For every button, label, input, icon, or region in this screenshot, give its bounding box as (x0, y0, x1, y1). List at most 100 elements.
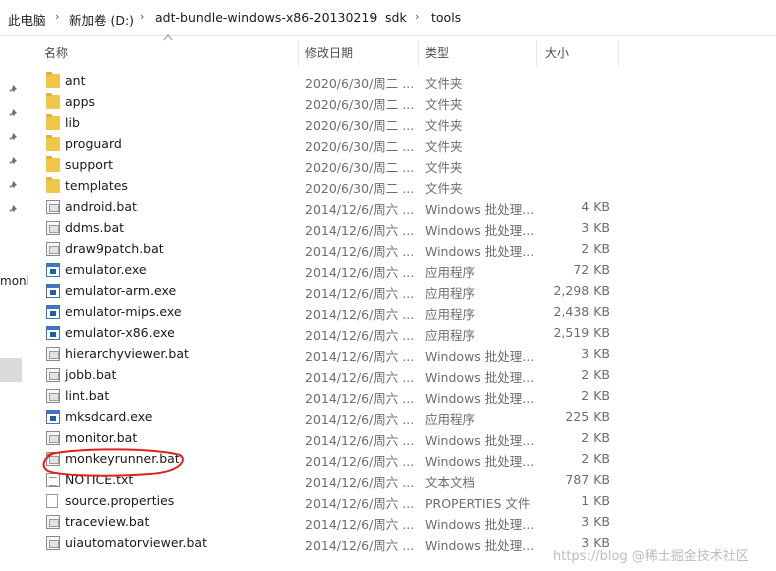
folder-icon (46, 135, 60, 151)
file-name: mksdcard.exe (65, 409, 153, 424)
file-size: 2 KB (581, 451, 610, 466)
file-row[interactable]: source.properties 2014/12/6/周六 ... PROPERT… (38, 491, 618, 512)
pin-icon[interactable] (9, 156, 20, 167)
file-row[interactable]: lib 2020/6/30/周二 ... 文件夹 (38, 113, 618, 134)
file-row[interactable]: jobb.bat 2014/12/6/周六 ... Windows 批处理... 2 … (38, 365, 618, 386)
folder-icon (46, 72, 60, 88)
file-type: 应用程序 (425, 307, 476, 322)
file-date-modified: 2014/12/6/周六 ... (305, 244, 415, 259)
nav-item-fragment[interactable]: monk (0, 274, 28, 288)
file-type: 文件夹 (425, 139, 463, 154)
file-row[interactable]: support 2020/6/30/周二 ... 文件夹 (38, 155, 618, 176)
pin-icon[interactable] (9, 84, 20, 95)
batch-file-icon (46, 221, 60, 235)
column-header-size[interactable]: 大小 (537, 40, 619, 66)
file-name: templates (65, 178, 128, 193)
file-row[interactable]: apps 2020/6/30/周二 ... 文件夹 (38, 92, 618, 113)
file-type: 文件夹 (425, 181, 463, 196)
file-row[interactable]: draw9patch.bat 2014/12/6/周六 ... Windows 批处… (38, 239, 618, 260)
application-icon (46, 410, 60, 424)
file-date-modified: 2020/6/30/周二 ... (305, 181, 415, 196)
file-row[interactable]: proguard 2020/6/30/周二 ... 文件夹 (38, 134, 618, 155)
file-row[interactable]: uiautomatorviewer.bat 2014/12/6/周六 ... Win… (38, 533, 618, 554)
file-size: 72 KB (573, 262, 610, 277)
breadcrumb-separator[interactable]: › (140, 10, 144, 23)
file-row[interactable]: templates 2020/6/30/周二 ... 文件夹 (38, 176, 618, 197)
file-date-modified: 2020/6/30/周二 ... (305, 97, 415, 112)
file-row[interactable]: ddms.bat 2014/12/6/周六 ... Windows 批处理... 3 … (38, 218, 618, 239)
file-size: 2 KB (581, 430, 610, 445)
file-row[interactable]: hierarchyviewer.bat 2014/12/6/周六 ... Windo… (38, 344, 618, 365)
file-name: hierarchyviewer.bat (65, 346, 189, 361)
file-type: Windows 批处理... (425, 538, 533, 553)
file-row[interactable]: mksdcard.exe 2014/12/6/周六 ... 应用程序 225 KB (38, 407, 618, 428)
file-row[interactable]: emulator-mips.exe 2014/12/6/周六 ... 应用程序 2,4… (38, 302, 618, 323)
column-header-type[interactable]: 类型 (419, 40, 536, 66)
file-size: 1 KB (581, 493, 610, 508)
batch-file-icon (46, 389, 60, 403)
application-icon (46, 284, 60, 298)
column-header-date[interactable]: 修改日期 (299, 40, 418, 66)
file-name: jobb.bat (65, 367, 117, 382)
file-name: ddms.bat (65, 220, 125, 235)
breadcrumb[interactable]: 此电脑 › 新加卷 (D:) › adt-bundle-windows-x86-… (0, 0, 776, 36)
breadcrumb-item-drive-d[interactable]: 新加卷 (D:) (69, 10, 134, 29)
file-name: monitor.bat (65, 430, 138, 445)
breadcrumb-separator[interactable]: › (370, 10, 374, 23)
file-date-modified: 2014/12/6/周六 ... (305, 517, 415, 532)
file-date-modified: 2014/12/6/周六 ... (305, 496, 415, 511)
file-row[interactable]: emulator-arm.exe 2014/12/6/周六 ... 应用程序 2,29… (38, 281, 618, 302)
file-date-modified: 2014/12/6/周六 ... (305, 265, 415, 280)
file-date-modified: 2014/12/6/周六 ... (305, 454, 415, 469)
file-size: 4 KB (581, 199, 610, 214)
file-row[interactable]: lint.bat 2014/12/6/周六 ... Windows 批处理... 2 … (38, 386, 618, 407)
file-date-modified: 2020/6/30/周二 ... (305, 76, 415, 91)
file-row[interactable]: traceview.bat 2014/12/6/周六 ... Windows 批处理… (38, 512, 618, 533)
column-header-type-label: 类型 (425, 46, 450, 60)
file-type: Windows 批处理... (425, 244, 533, 259)
pin-icon[interactable] (9, 132, 20, 143)
column-divider[interactable] (618, 40, 619, 66)
breadcrumb-separator[interactable]: › (55, 10, 59, 23)
file-type: 文本文档 (425, 475, 476, 490)
file-date-modified: 2014/12/6/周六 ... (305, 223, 415, 238)
file-row[interactable]: ant 2020/6/30/周二 ... 文件夹 (38, 71, 618, 92)
file-type: 应用程序 (425, 265, 476, 280)
file-name: lint.bat (65, 388, 110, 403)
file-row[interactable]: monitor.bat 2014/12/6/周六 ... Windows 批处理..… (38, 428, 618, 449)
column-header-name[interactable]: 名称 (38, 40, 298, 66)
file-size: 3 KB (581, 514, 610, 529)
batch-file-icon (46, 200, 60, 214)
file-date-modified: 2014/12/6/周六 ... (305, 349, 415, 364)
breadcrumb-item-adt-bundle[interactable]: adt-bundle-windows-x86-20130219 (155, 10, 377, 25)
breadcrumb-item-this-pc[interactable]: 此电脑 (8, 10, 46, 29)
file-name: uiautomatorviewer.bat (65, 535, 207, 550)
breadcrumb-item-sdk[interactable]: sdk (385, 10, 407, 25)
file-name: ant (65, 73, 86, 88)
pin-icon[interactable] (9, 204, 20, 215)
file-type: 文件夹 (425, 118, 463, 133)
folder-icon (46, 156, 60, 172)
nav-selected-item[interactable] (0, 358, 22, 382)
file-date-modified: 2014/12/6/周六 ... (305, 538, 415, 553)
file-type: 应用程序 (425, 286, 476, 301)
column-header-date-label: 修改日期 (305, 46, 354, 60)
batch-file-icon (46, 515, 60, 529)
file-date-modified: 2014/12/6/周六 ... (305, 286, 415, 301)
column-header-name-label: 名称 (44, 46, 69, 60)
file-date-modified: 2014/12/6/周六 ... (305, 433, 415, 448)
batch-file-icon (46, 347, 60, 361)
breadcrumb-item-tools[interactable]: tools (431, 10, 461, 25)
file-name: emulator-mips.exe (65, 304, 182, 319)
file-row[interactable]: android.bat 2014/12/6/周六 ... Windows 批处理..… (38, 197, 618, 218)
column-header-size-label: 大小 (545, 46, 570, 60)
pin-icon[interactable] (9, 108, 20, 119)
breadcrumb-separator[interactable]: › (415, 10, 419, 23)
file-row[interactable]: emulator.exe 2014/12/6/周六 ... 应用程序 72 KB (38, 260, 618, 281)
file-row[interactable]: emulator-x86.exe 2014/12/6/周六 ... 应用程序 2,51… (38, 323, 618, 344)
pin-icon[interactable] (9, 180, 20, 191)
file-type: Windows 批处理... (425, 454, 533, 469)
file-size: 3 KB (581, 220, 610, 235)
file-date-modified: 2014/12/6/周六 ... (305, 412, 415, 427)
batch-file-icon (46, 431, 60, 445)
